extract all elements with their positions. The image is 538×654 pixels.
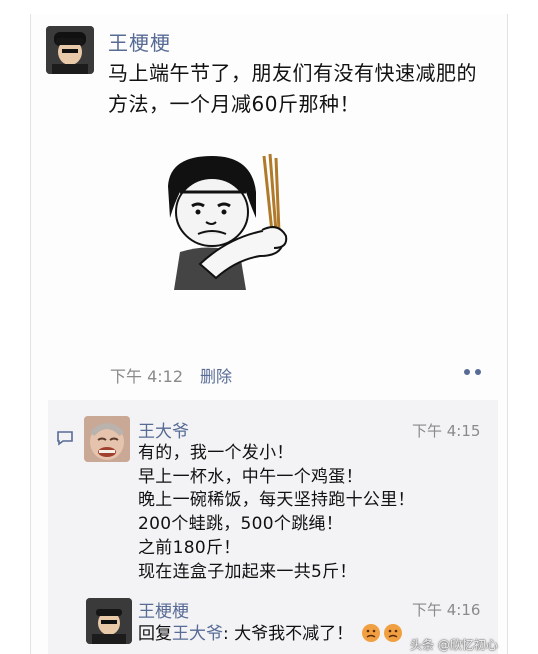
comment-line: 200个蛙跳，500个跳绳！ [138, 514, 344, 535]
comment-icon [57, 431, 73, 446]
commenter-name[interactable]: 王梗梗 [138, 597, 189, 622]
author-avatar[interactable] [46, 26, 94, 74]
comment-text[interactable]: 有的，我一个发小！ 早上一杯水，中午一个鸡蛋！ 晚上一碗稀饭，每天坚持跑十公里！… [138, 442, 415, 584]
reply-prefix: 回复 [138, 624, 172, 644]
more-dots-icon[interactable] [462, 366, 484, 378]
commenter-avatar[interactable] [86, 598, 132, 644]
comment-line: 有的，我一个发小！ [138, 443, 294, 463]
post-text: 马上端午节了，朋友们有没有快速减肥的方法，一个月减60斤那种！ [108, 61, 477, 116]
delete-link[interactable]: 删除 [200, 363, 232, 387]
comment-line: 晚上一碗稀饭，每天坚持跑十公里！ [138, 490, 415, 511]
reply-message: : 大爷我不减了！ [223, 624, 354, 644]
commenter-avatar[interactable] [84, 416, 130, 462]
comment-timestamp: 下午 4:16 [412, 601, 481, 619]
commenter-name[interactable]: 王大爷 [138, 417, 189, 442]
comment-line: 早上一杯水，中午一个鸡蛋！ [138, 466, 363, 487]
reply-target-name[interactable]: 王大爷 [172, 624, 223, 644]
meme-sticker[interactable] [160, 152, 294, 292]
post-timestamp: 下午 4:12 [110, 367, 184, 386]
author-name[interactable]: 王梗梗 [108, 27, 171, 56]
comment-line: 现在连盒子加起来一共5斤！ [138, 561, 357, 582]
comment-line: 之前180斤！ [138, 537, 241, 558]
sad-face-emoji [361, 624, 380, 642]
sad-face-emoji [383, 624, 402, 642]
comment-timestamp: 下午 4:15 [412, 422, 481, 440]
reply-text[interactable]: 回复王大爷: 大爷我不减了！ [138, 623, 403, 645]
watermark: 头条 @欣忆初心 [410, 638, 498, 652]
